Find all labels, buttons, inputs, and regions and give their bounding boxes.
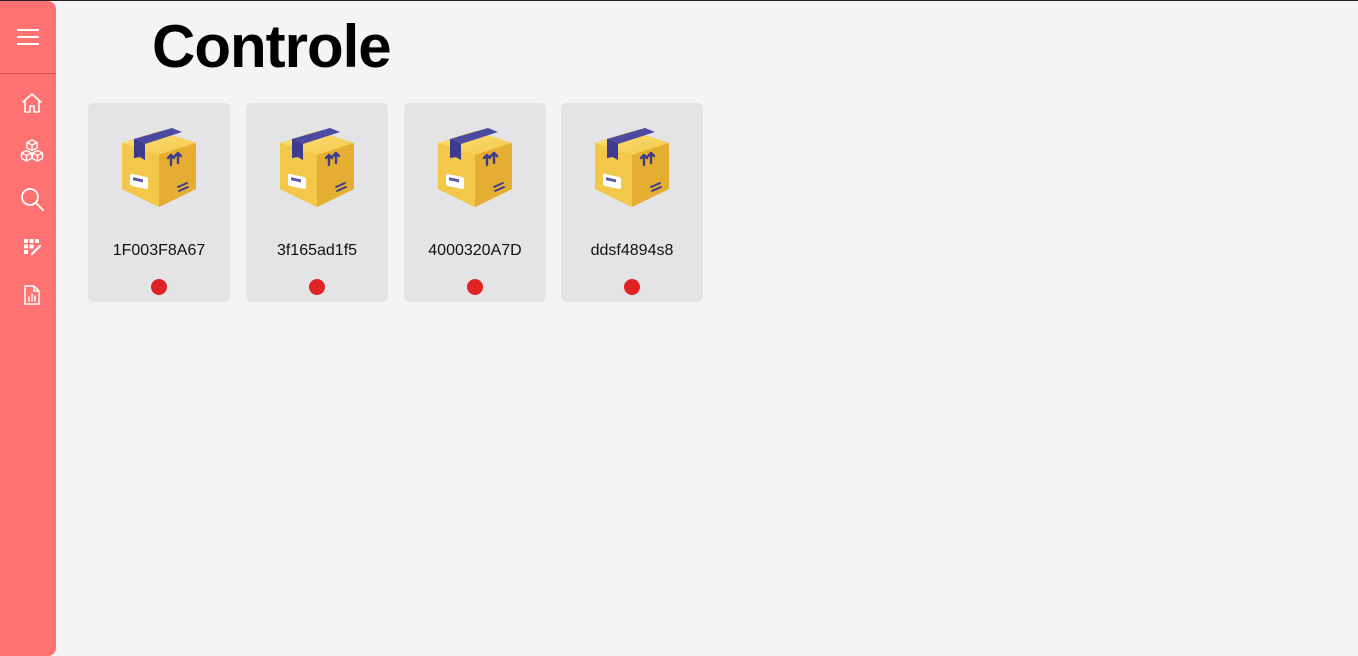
device-id: 1F003F8A67 [112, 242, 206, 259]
boxes-icon [20, 139, 44, 162]
device-card[interactable]: 4000320A7D [404, 103, 546, 302]
top-border [0, 0, 1358, 1]
home-icon [22, 93, 42, 113]
package-icon [280, 128, 354, 207]
status-indicator [309, 279, 325, 295]
device-id: 4000320A7D [428, 242, 522, 259]
device-card[interactable]: ddsf4894s8 [561, 103, 703, 302]
device-card[interactable]: 3f165ad1f5 [246, 103, 388, 302]
sidebar [0, 1, 56, 656]
status-indicator [624, 279, 640, 295]
device-id: 3f165ad1f5 [276, 242, 358, 259]
device-card[interactable]: 1F003F8A67 [88, 103, 230, 302]
menu-button[interactable] [0, 1, 56, 73]
sidebar-item-edit[interactable] [16, 231, 48, 263]
page-title: Controle [152, 13, 392, 80]
status-indicator [151, 279, 167, 295]
package-icon [122, 128, 196, 207]
sidebar-item-products[interactable] [16, 135, 48, 167]
sidebar-item-home[interactable] [16, 87, 48, 119]
menu-icon [17, 29, 39, 45]
grid-edit-icon [24, 239, 42, 256]
package-icon [595, 128, 669, 207]
package-icon [438, 128, 512, 207]
device-id: ddsf4894s8 [590, 242, 674, 259]
report-icon [24, 285, 40, 305]
search-icon [21, 188, 44, 211]
sidebar-divider [0, 73, 56, 74]
status-indicator [467, 279, 483, 295]
sidebar-item-search[interactable] [16, 183, 48, 215]
sidebar-item-reports[interactable] [16, 279, 48, 311]
